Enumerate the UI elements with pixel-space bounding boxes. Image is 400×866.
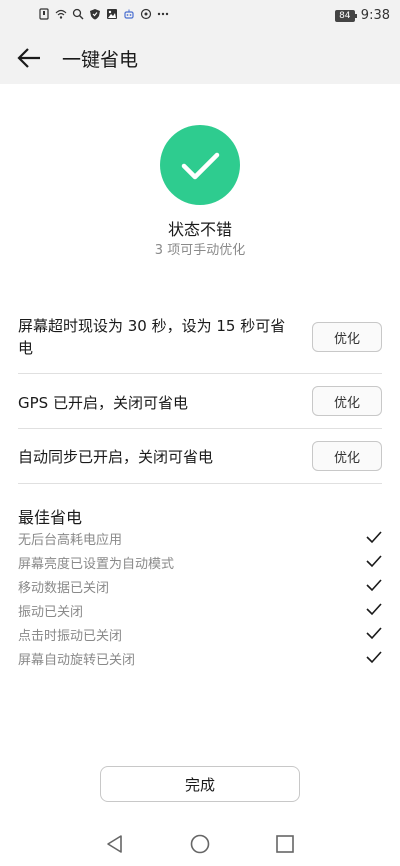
best-item: 点击时振动已关闭 xyxy=(18,622,382,646)
optimize-button[interactable]: 优化 xyxy=(312,386,382,416)
best-item-label: 屏幕自动旋转已关闭 xyxy=(18,653,136,668)
checkmark-icon xyxy=(181,152,220,180)
best-item-label: 点击时振动已关闭 xyxy=(18,629,123,644)
optimize-row: GPS 已开启，关闭可省电 优化 xyxy=(18,374,382,429)
check-icon xyxy=(366,627,382,640)
status-subtitle: 3 项可手动优化 xyxy=(154,243,246,258)
clock: 9:38 xyxy=(360,8,390,23)
search-icon xyxy=(72,8,84,20)
app-bar: 一键省电 xyxy=(0,36,400,80)
robot-icon xyxy=(124,9,134,19)
recents-square-icon[interactable] xyxy=(273,832,297,856)
best-item-label: 无后台高耗电应用 xyxy=(18,533,123,548)
photo-icon xyxy=(107,9,117,19)
optimize-button[interactable]: 优化 xyxy=(312,322,382,352)
check-icon xyxy=(366,603,382,616)
home-circle-icon[interactable] xyxy=(188,832,212,856)
status-right: 84 9:38 xyxy=(334,8,390,23)
best-item: 屏幕自动旋转已关闭 xyxy=(18,646,382,670)
status-indicator xyxy=(160,125,240,205)
best-item-label: 振动已关闭 xyxy=(18,605,84,620)
status-icons xyxy=(38,8,169,20)
best-item: 屏幕亮度已设置为自动模式 xyxy=(18,550,382,574)
shield-icon xyxy=(90,9,100,20)
navigation-bar xyxy=(0,822,400,866)
check-icon xyxy=(366,651,382,664)
optimize-row-text: 自动同步已开启，关闭可省电 xyxy=(18,448,214,466)
best-item-label: 屏幕亮度已设置为自动模式 xyxy=(18,557,175,572)
wifi-icon xyxy=(55,9,67,19)
top-area: 84 9:38 一键省电 xyxy=(0,0,400,84)
best-item: 移动数据已关闭 xyxy=(18,574,382,598)
optimize-row: 屏幕超时现设为 30 秒，设为 15 秒可省电 优化 xyxy=(18,310,382,374)
status-title: 状态不错 xyxy=(167,220,232,239)
check-icon xyxy=(366,555,382,568)
more-icon xyxy=(157,12,169,16)
best-item: 振动已关闭 xyxy=(18,598,382,622)
battery-indicator: 84 xyxy=(334,9,357,22)
page-title: 一键省电 xyxy=(62,49,139,71)
optimize-row-text: 屏幕超时现设为 30 秒，设为 15 秒可省电 xyxy=(18,317,286,357)
optimize-row-text: GPS 已开启，关闭可省电 xyxy=(18,394,188,412)
best-section-title: 最佳省电 xyxy=(18,508,83,527)
best-item: 无后台高耗电应用 xyxy=(18,526,382,550)
check-icon xyxy=(366,579,382,592)
optimize-row: 自动同步已开启，关闭可省电 优化 xyxy=(18,429,382,484)
back-triangle-icon[interactable] xyxy=(103,832,127,856)
sim-icon xyxy=(39,8,49,20)
best-item-label: 移动数据已关闭 xyxy=(18,581,110,596)
check-icon xyxy=(366,531,382,544)
settings-icon xyxy=(140,8,152,20)
status-bar: 84 9:38 xyxy=(0,0,400,30)
done-button[interactable]: 完成 xyxy=(100,766,300,802)
optimize-button[interactable]: 优化 xyxy=(312,441,382,471)
back-arrow-icon[interactable] xyxy=(14,44,44,72)
